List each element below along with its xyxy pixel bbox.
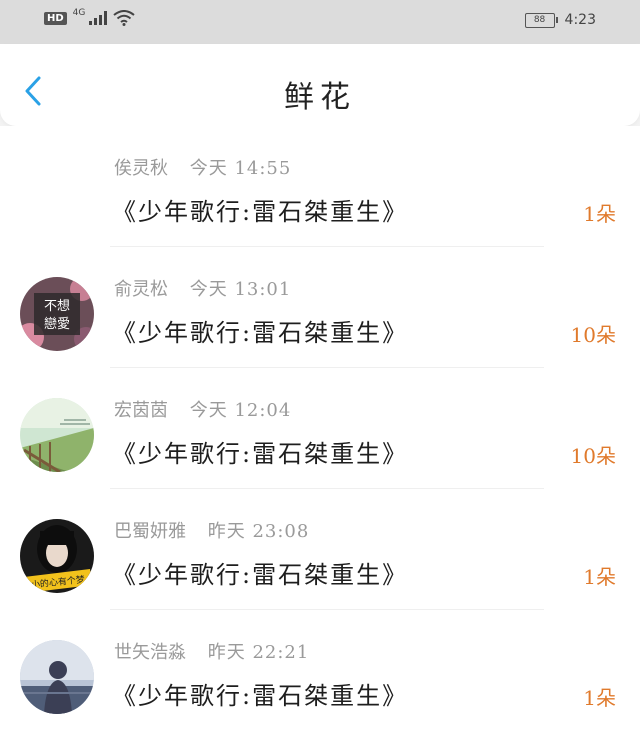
list-item[interactable]: 不想 戀愛 俞灵松 今天 13:01 《少年歌行:雷石桀重生》 10朵 [0, 247, 640, 368]
timestamp: 今天 12:04 [189, 400, 292, 421]
list-item[interactable]: 世矢浩淼 昨天 22:21 《少年歌行:雷石桀重生》 1朵 [0, 610, 640, 731]
book-title: 《少年歌行:雷石桀重生》 [112, 561, 409, 589]
user-name: 俟灵秋 [114, 158, 168, 179]
status-bar: HD 4G 88 4:23 [0, 0, 640, 44]
timestamp: 今天 13:01 [189, 279, 292, 300]
flower-count: 1朵 [583, 686, 616, 710]
avatar-image: 不想 戀愛 [20, 277, 94, 351]
list-item[interactable]: 宏茵茵 今天 12:04 《少年歌行:雷石桀重生》 10朵 [0, 368, 640, 489]
timestamp: 今天 14:55 [189, 158, 292, 179]
page-title: 鲜花 [284, 80, 356, 115]
avatar[interactable]: 小的心有个梦 [20, 519, 94, 593]
avatar[interactable] [20, 398, 94, 472]
wifi-icon [113, 10, 135, 26]
flower-list: 俟灵秋 今天 14:55 《少年歌行:雷石桀重生》 1朵 不想 戀愛 俞灵松 今… [0, 126, 640, 731]
status-left: HD 4G [44, 8, 135, 26]
svg-text:戀愛: 戀愛 [44, 316, 70, 332]
timestamp: 昨天 23:08 [207, 521, 310, 542]
flower-count: 1朵 [583, 202, 616, 226]
network-type: 4G [72, 8, 86, 18]
hd-badge: HD [44, 11, 67, 25]
flower-count: 1朵 [583, 565, 616, 589]
avatar-image: 小的心有个梦 [20, 519, 94, 593]
book-title: 《少年歌行:雷石桀重生》 [112, 440, 409, 468]
avatar[interactable] [20, 640, 94, 714]
svg-text:不想: 不想 [44, 298, 70, 314]
page-header: 鲜花 [0, 44, 640, 126]
list-item[interactable]: 俟灵秋 今天 14:55 《少年歌行:雷石桀重生》 1朵 [0, 126, 640, 247]
status-right: 88 4:23 [524, 12, 596, 28]
list-item[interactable]: 小的心有个梦 巴蜀妍雅 昨天 23:08 《少年歌行:雷石桀重生》 1朵 [0, 489, 640, 610]
avatar-image [20, 398, 94, 472]
flower-count: 10朵 [570, 323, 616, 347]
flower-count: 10朵 [570, 444, 616, 468]
timestamp: 昨天 22:21 [207, 642, 310, 663]
book-title: 《少年歌行:雷石桀重生》 [112, 682, 409, 710]
user-name: 俞灵松 [114, 279, 168, 300]
clock: 4:23 [564, 12, 596, 28]
avatar-image [20, 640, 94, 714]
book-title: 《少年歌行:雷石桀重生》 [112, 198, 409, 226]
user-name: 巴蜀妍雅 [114, 521, 186, 542]
signal-icon [89, 11, 108, 25]
user-name: 世矢浩淼 [114, 642, 186, 663]
user-name: 宏茵茵 [114, 400, 168, 421]
battery-icon: 88 [524, 12, 558, 28]
book-title: 《少年歌行:雷石桀重生》 [112, 319, 409, 347]
avatar[interactable]: 不想 戀愛 [20, 277, 94, 351]
